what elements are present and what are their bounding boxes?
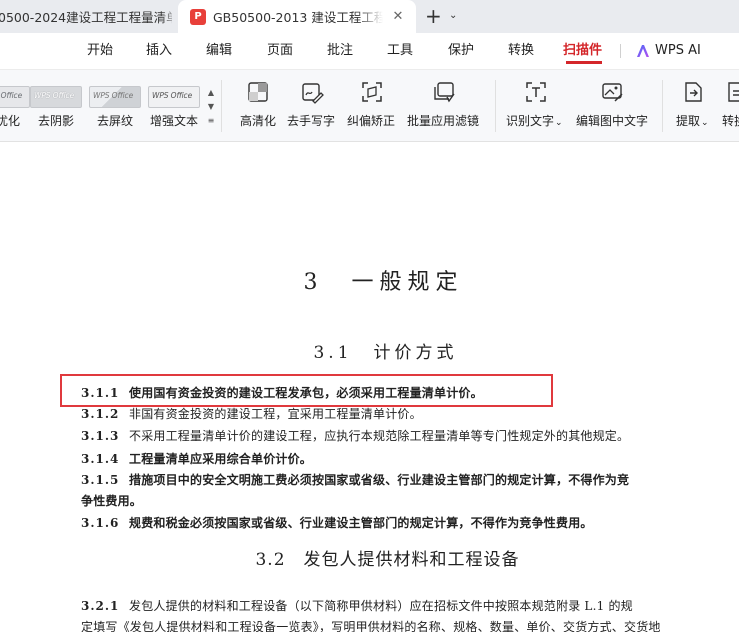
ribbon-divider: [662, 80, 663, 132]
edit-image-text-icon: [600, 80, 624, 104]
chevron-down-icon: ⌄: [701, 118, 709, 128]
clause-3-2-1-continued: 定填写《发包人提供材料和工程设备一览表》，写明甲供材料的名称、规格、数量、单价、…: [81, 620, 661, 632]
clause-3-1-5-continued: 争性费用。: [81, 494, 143, 508]
convert-label: 转换: [722, 114, 739, 128]
menu-divider: [620, 44, 621, 58]
menu-bar: 开始 插入 编辑 页面 批注 工具 保护 转换 扫描件 WPS AI: [0, 33, 739, 69]
clause-3-1-2: 3.1.2 非国有资金投资的建设工程，宜采用工程量清单计价。: [81, 407, 422, 421]
active-menu-indicator: [566, 61, 602, 64]
extract-label: 提取⌄: [676, 114, 709, 128]
menu-comment[interactable]: 批注: [327, 33, 353, 69]
watermark-text: WPS Office: [152, 91, 193, 100]
clause-3-1-4: 3.1.4 工程量清单应采用综合单价计价。: [81, 452, 313, 466]
watermark-text: WPS Office: [34, 91, 75, 100]
highlight-annotation-box: [60, 374, 553, 407]
tab-gb50500-2024[interactable]: 0500-2024建设工程工程量清单: [0, 0, 172, 33]
chapter-title: 3 一般规定: [303, 270, 464, 295]
clause-3-1-5: 3.1.5 措施项目中的安全文明施工费必须按国家或省级、行业建设主管部门的规定计算…: [81, 473, 630, 487]
clause-3-1-3: 3.1.3 不采用工程量清单计价的建设工程，应执行本规范除工程量清单等专门性规定外…: [81, 429, 630, 443]
watermark-text: WPS Office: [93, 91, 134, 100]
wps-ai-label: WPS AI: [655, 43, 701, 58]
pdf-logo-icon: P: [190, 8, 206, 25]
ocr-label: 识别文字⌄: [506, 114, 563, 128]
ribbon-divider: [221, 80, 222, 132]
batch-filter-label: 批量应用滤镜: [407, 114, 480, 128]
tab-label: 0500-2024建设工程工程量清单: [0, 10, 172, 25]
expand-icon[interactable]: ≡: [208, 116, 215, 125]
hd-icon: [246, 80, 270, 104]
menu-convert[interactable]: 转换: [508, 33, 534, 69]
tab-gb50500-2013[interactable]: P GB50500-2013 建设工程工程量清单 ✕: [178, 0, 416, 33]
clause-3-1-6: 3.1.6 规费和税金必须按国家或省级、行业建设主管部门的规定计算，不得作为竞争性…: [81, 516, 593, 530]
menu-tools[interactable]: 工具: [387, 33, 413, 69]
menu-edit[interactable]: 编辑: [206, 33, 232, 69]
section-title: 3.1 计价方式: [313, 343, 458, 363]
preset-remove-moire-thumb[interactable]: WPS Office: [89, 86, 141, 108]
menu-home[interactable]: 开始: [87, 33, 113, 69]
batch-filter-icon: [432, 80, 456, 104]
watermark-text: WPS Office: [0, 91, 23, 100]
remove-handwriting-icon: [300, 80, 324, 104]
hd-label: 高清化: [240, 114, 277, 128]
deskew-label: 纠偏矫正: [347, 114, 396, 128]
close-icon[interactable]: ✕: [390, 8, 406, 24]
chevron-down-icon[interactable]: ⌄: [449, 7, 457, 25]
clause-3-2-1: 3.2.1 发包人提供的材料和工程设备（以下简称甲供材料）应在招标文件中按照本规范…: [81, 599, 633, 613]
deskew-icon: [360, 80, 384, 104]
extract-icon: [681, 80, 705, 104]
menu-page[interactable]: 页面: [267, 33, 293, 69]
gallery-scroll[interactable]: ▲ ▼ ≡: [205, 85, 217, 127]
tab-bar: 0500-2024建设工程工程量清单 P GB50500-2013 建设工程工程…: [0, 0, 739, 33]
preset-optimize-thumb[interactable]: WPS Office: [0, 86, 30, 108]
new-tab-button[interactable]: +: [425, 4, 442, 28]
remove-handwriting-label: 去手写字: [287, 114, 336, 128]
document-page: 3 一般规定 3.1 计价方式 3.1.1 使用国有资金投资的建设工程发承包，必须…: [0, 142, 739, 632]
ocr-icon: [524, 80, 548, 104]
ribbon-toolbar: WPS Office 优化 WPS Office 去阴影 WPS Office …: [0, 69, 739, 142]
chevron-up-icon[interactable]: ▲: [208, 88, 214, 97]
preset-enhance-text-label[interactable]: 增强文本: [150, 112, 198, 129]
tab-label: GB50500-2013 建设工程工程量清单: [213, 10, 383, 25]
wps-ai-button[interactable]: WPS AI: [636, 33, 701, 69]
convert-icon: [724, 80, 739, 104]
menu-scan[interactable]: 扫描件: [563, 33, 602, 69]
preset-remove-moire-label[interactable]: 去屏纹: [97, 112, 133, 129]
chevron-down-icon[interactable]: ▼: [208, 102, 214, 111]
preset-remove-shadow-label[interactable]: 去阴影: [38, 112, 74, 129]
chevron-down-icon: ⌄: [555, 118, 563, 128]
wps-ai-icon: [637, 45, 649, 57]
menu-insert[interactable]: 插入: [146, 33, 172, 69]
preset-enhance-text-thumb[interactable]: WPS Office: [148, 86, 200, 108]
edit-image-text-label: 编辑图中文字: [576, 114, 649, 128]
section-title: 3.2 发包人提供材料和工程设备: [255, 550, 520, 570]
ribbon-divider: [495, 80, 496, 132]
preset-remove-shadow-thumb[interactable]: WPS Office: [30, 86, 82, 108]
preset-optimize-label[interactable]: 优化: [0, 112, 20, 129]
menu-protect[interactable]: 保护: [448, 33, 474, 69]
